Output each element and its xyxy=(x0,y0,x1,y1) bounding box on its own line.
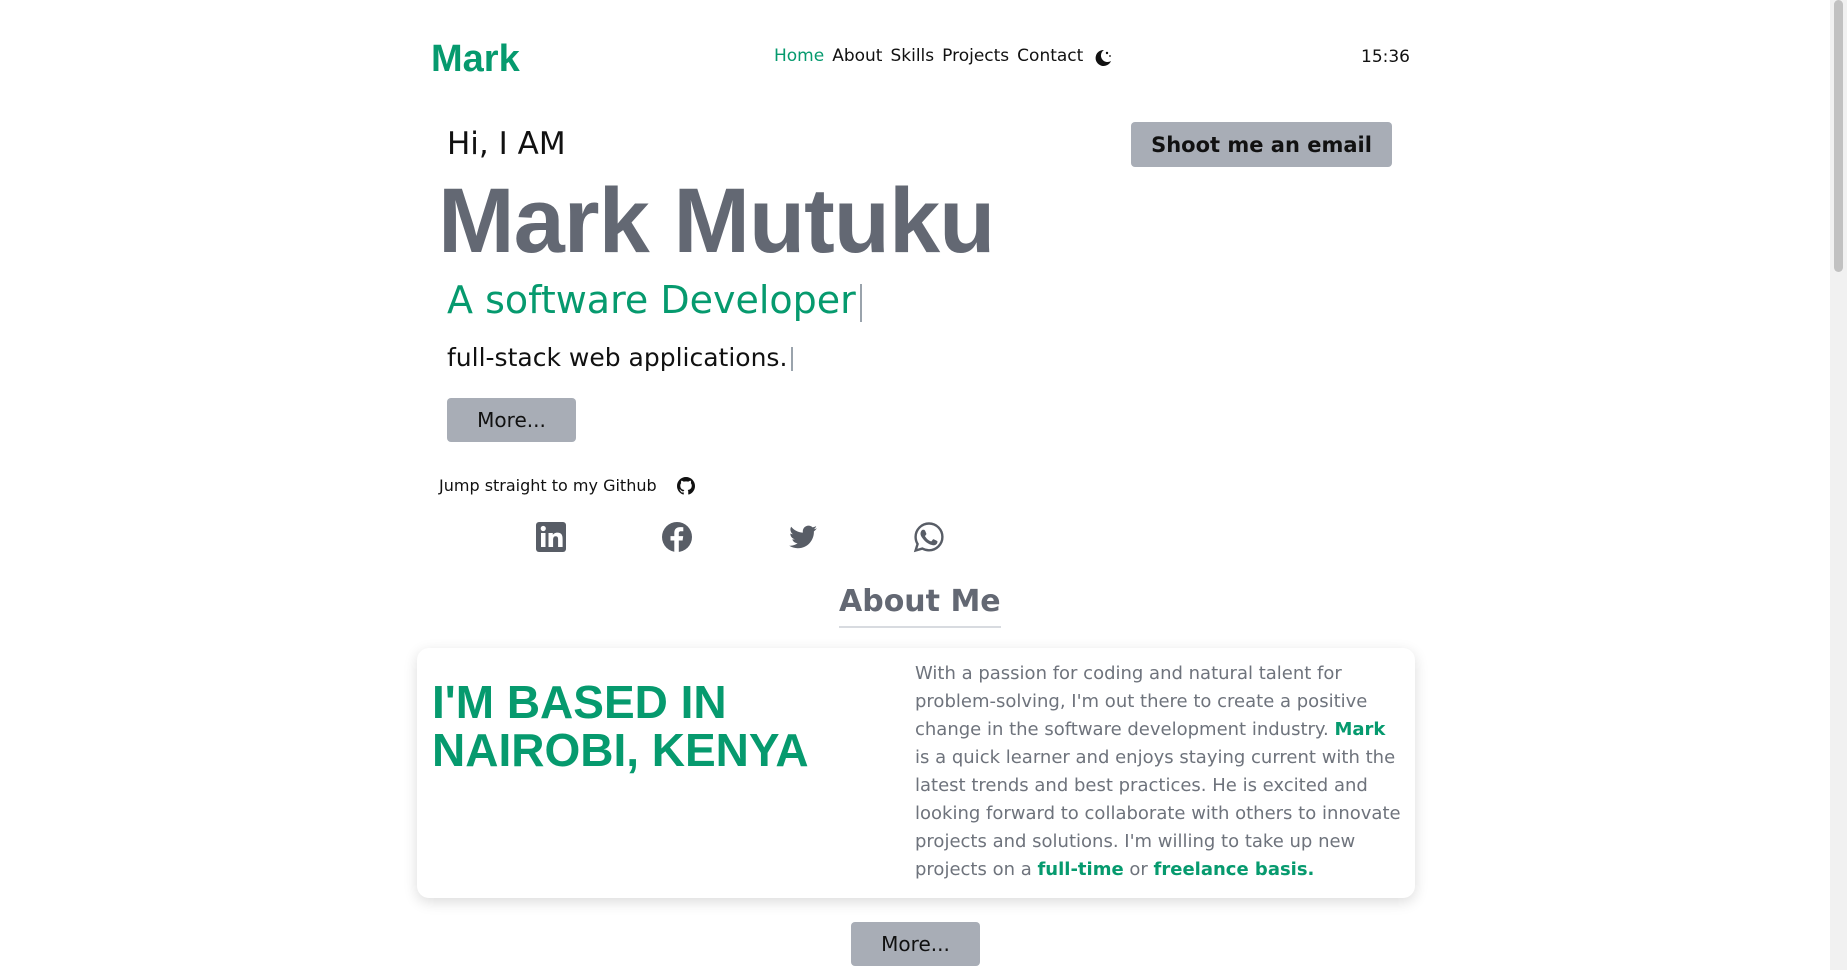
clock: 15:36 xyxy=(1361,47,1410,67)
moon-icon[interactable] xyxy=(1093,48,1113,68)
page-scrollbar[interactable] xyxy=(1830,0,1847,970)
nav-link-about[interactable]: About xyxy=(832,46,882,66)
github-link-text[interactable]: Jump straight to my Github xyxy=(439,476,657,495)
nav-link-home[interactable]: Home xyxy=(774,46,824,66)
location-heading: I'M BASED IN NAIROBI, KENYA xyxy=(432,676,809,776)
nav-link-contact[interactable]: Contact xyxy=(1017,46,1083,66)
scrollbar-thumb[interactable] xyxy=(1834,0,1843,272)
whatsapp-icon[interactable] xyxy=(913,521,945,553)
typing-cursor xyxy=(859,283,862,322)
about-description: With a passion for coding and natural ta… xyxy=(915,660,1405,884)
about-highlight-freelance: freelance basis. xyxy=(1153,859,1315,880)
typing-cursor xyxy=(791,347,794,371)
about-text-part: With a passion for coding and natural ta… xyxy=(915,663,1368,740)
nav-link-skills[interactable]: Skills xyxy=(890,46,934,66)
nav-link-projects[interactable]: Projects xyxy=(942,46,1009,66)
about-highlight-name: Mark xyxy=(1334,719,1386,740)
main-nav: Home About Skills Projects Contact xyxy=(774,46,1083,66)
page: Mark Home About Skills Projects Contact … xyxy=(0,0,1847,970)
hero-role-text: A software Developer xyxy=(447,278,856,322)
about-text-part: or xyxy=(1123,859,1154,880)
github-icon[interactable] xyxy=(676,476,695,495)
site-logo[interactable]: Mark xyxy=(431,36,520,82)
hero-role: A software Developer xyxy=(447,278,862,322)
hero-more-button[interactable]: More... xyxy=(447,398,576,442)
hero-greeting: Hi, I AM xyxy=(447,126,566,162)
email-button[interactable]: Shoot me an email xyxy=(1131,122,1392,167)
hero-name: Mark Mutuku xyxy=(438,170,995,272)
social-links xyxy=(535,521,945,553)
github-link-row[interactable]: Jump straight to my Github xyxy=(439,476,695,495)
linkedin-icon[interactable] xyxy=(535,521,567,553)
facebook-icon[interactable] xyxy=(661,521,693,553)
hero-tagline-text: full-stack web applications. xyxy=(447,343,788,372)
twitter-icon[interactable] xyxy=(787,521,819,553)
about-more-button[interactable]: More... xyxy=(851,922,980,966)
about-card: I'M BASED IN NAIROBI, KENYA With a passi… xyxy=(417,648,1415,898)
about-section-title: About Me xyxy=(839,582,1001,628)
about-highlight-fulltime: full-time xyxy=(1037,859,1124,880)
hero-tagline: full-stack web applications. xyxy=(447,342,794,374)
